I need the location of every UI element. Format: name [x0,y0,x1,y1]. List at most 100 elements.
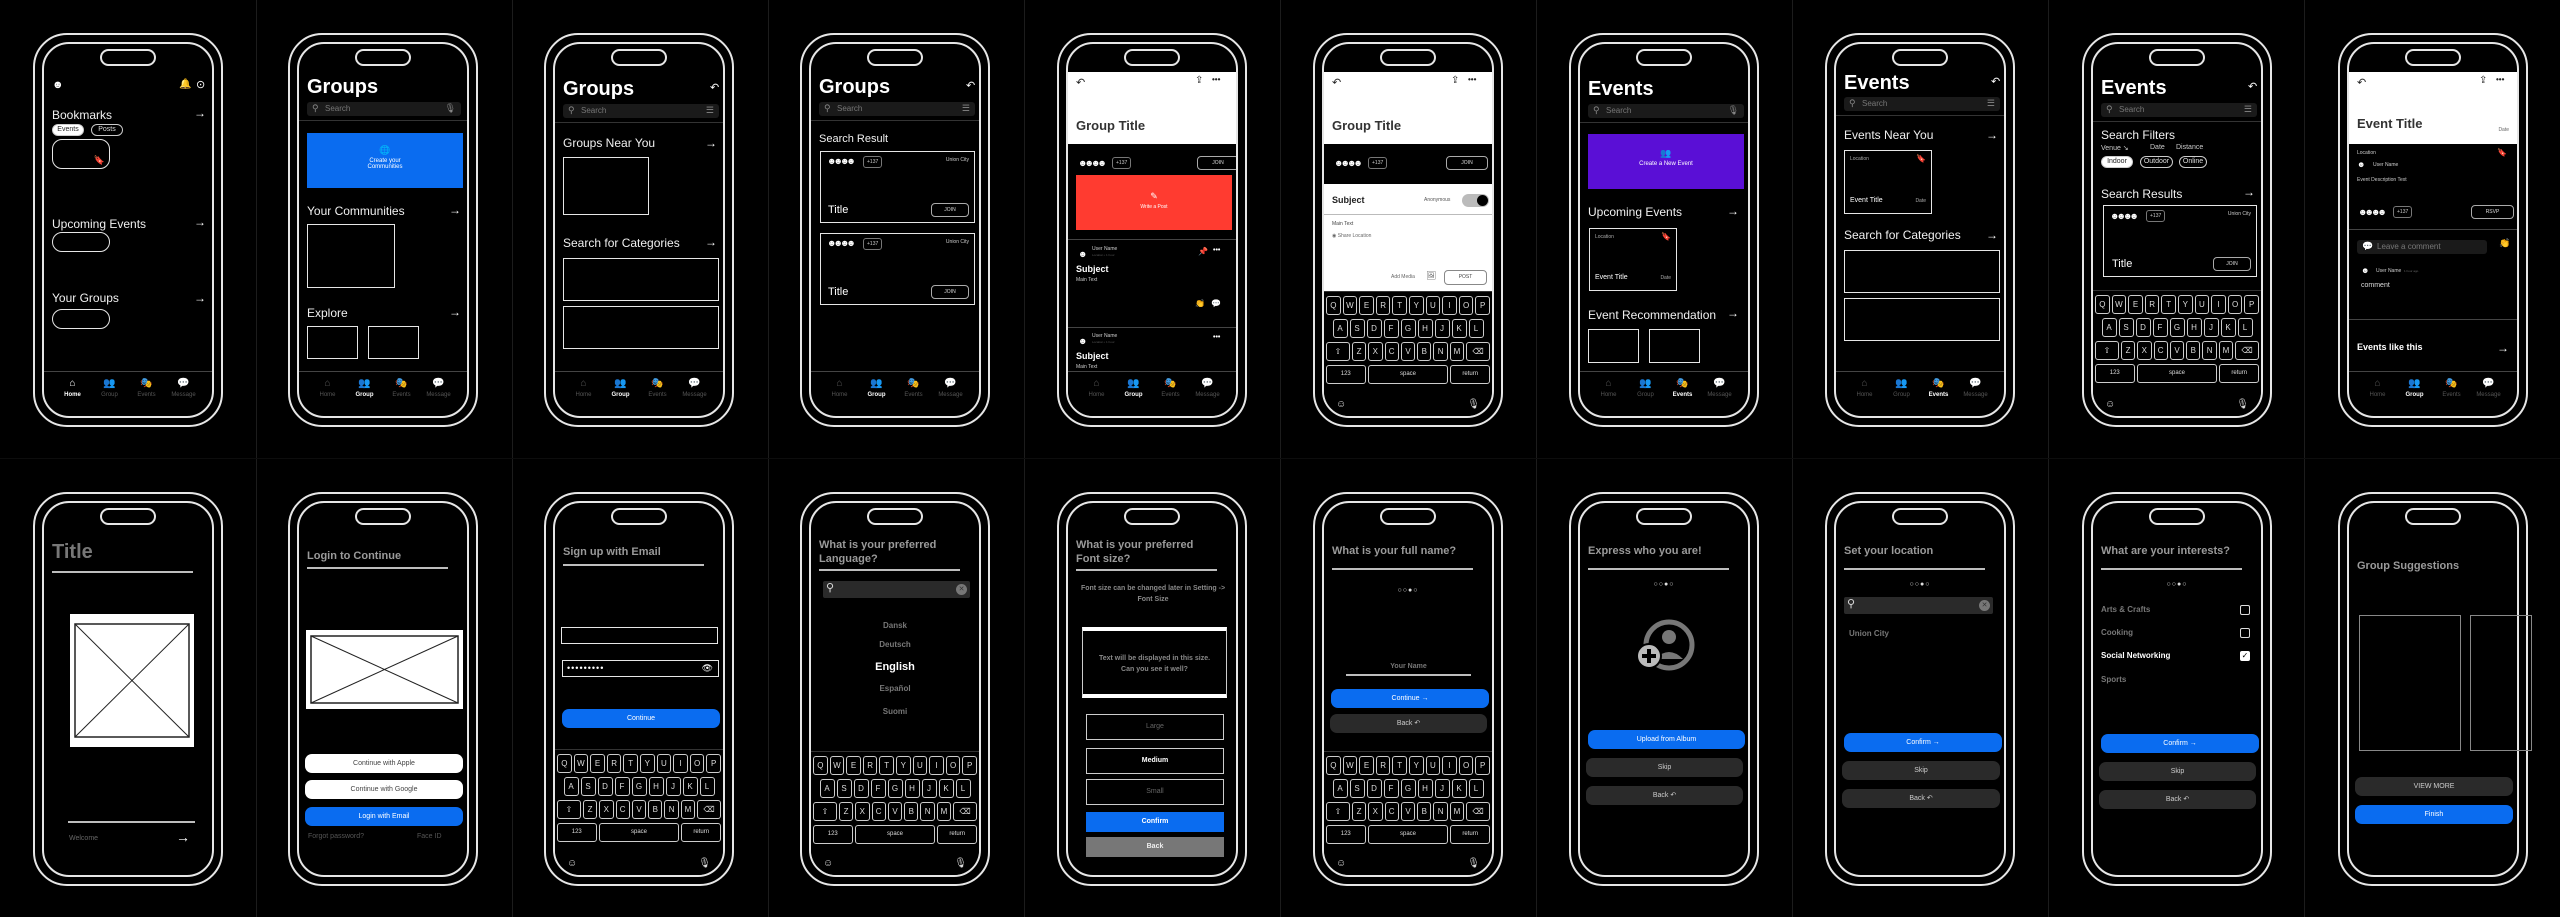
confirm-button[interactable]: Confirm → [1844,733,2002,752]
key-v[interactable]: V [2169,341,2185,360]
join-button[interactable]: JOIN [1197,156,1236,170]
key-i[interactable]: I [1442,296,1457,315]
tab-events[interactable]: 🎭 Events [128,372,165,416]
key-e[interactable]: E [846,756,861,775]
key-d[interactable]: D [2135,318,2151,337]
tab-message[interactable]: 💬 Message [932,372,969,416]
font-option-small[interactable]: Small [1086,779,1224,805]
location-result[interactable]: Union City [1849,629,1889,638]
key-f[interactable]: F [1383,779,1399,798]
join-button[interactable]: JOIN [1446,156,1488,170]
language-option[interactable]: Dansk [811,621,979,640]
view-more-button[interactable]: VIEW MORE [2355,777,2513,796]
key-e[interactable]: E [590,754,605,773]
tab-home[interactable]: ⌂ Home [2359,372,2396,416]
tab-events[interactable]: 🎭 Events [2433,372,2470,416]
key-x[interactable]: X [1368,342,1383,361]
shift-key[interactable]: ⇧ [557,800,581,819]
continue-apple-button[interactable]: Continue with Apple [305,754,463,773]
key-q[interactable]: Q [1326,296,1341,315]
arrow-right-icon[interactable]: → [1727,306,1739,320]
share-icon[interactable]: ⇪ [2479,75,2487,86]
key-r[interactable]: R [862,756,878,775]
checkbox[interactable] [2240,605,2250,615]
key-v[interactable]: V [631,800,647,819]
key-u[interactable]: U [912,756,928,775]
key-q[interactable]: Q [813,756,828,775]
key-j[interactable]: J [1434,319,1450,338]
tab-message[interactable]: 💬 Message [1957,372,1994,416]
explore-card[interactable] [368,326,419,359]
arrow-right-icon[interactable]: → [1727,204,1739,218]
key-m[interactable]: M [936,802,952,821]
delete-key[interactable]: ⌫ [697,800,721,819]
arrow-right-icon[interactable]: → [1986,228,1998,242]
key-j[interactable]: J [2203,318,2219,337]
clear-icon[interactable]: ✕ [1979,600,1990,611]
key-k[interactable]: K [938,779,954,798]
filter-icon[interactable]: ☰ [706,105,714,116]
tab-group[interactable]: 👥 Group [346,372,383,416]
key-q[interactable]: Q [557,754,572,773]
key-b[interactable]: B [904,802,919,821]
key-x[interactable]: X [599,800,614,819]
tab-group[interactable]: 👥 Group [1883,372,1920,416]
back-icon[interactable]: ↶ [966,79,975,92]
key-w[interactable]: W [1342,756,1358,775]
key-e[interactable]: E [1359,296,1374,315]
tab-group[interactable]: 👥 Group [1115,372,1152,416]
key-q[interactable]: Q [1326,756,1341,775]
arrow-right-icon[interactable]: → [194,291,206,305]
filter-icon[interactable]: ☰ [2244,104,2252,115]
event-card[interactable]: Location 🔖 Event Title Date [1844,150,1932,214]
key-z[interactable]: Z [1351,802,1367,821]
key-m[interactable]: M [1449,802,1465,821]
more-icon[interactable]: ••• [1213,334,1220,341]
key-h[interactable]: H [904,779,920,798]
post-card[interactable]: ☻ User Name Location • 1 hour ••• Subjec… [1068,331,1236,371]
continue-button[interactable]: Continue → [1331,689,1489,708]
key-u[interactable]: U [1425,756,1441,775]
font-option-medium[interactable]: Medium [1086,748,1224,774]
recommendation-card[interactable] [1588,329,1639,363]
back-icon[interactable]: ↶ [1991,75,2000,88]
password-field[interactable]: ••••••••• 👁 [562,660,719,677]
tab-home[interactable]: ⌂ Home [821,372,858,416]
key-a[interactable]: A [1332,319,1348,338]
key-p[interactable]: P [962,756,977,775]
key-t[interactable]: T [2161,295,2176,314]
key-g[interactable]: G [887,779,903,798]
checkbox-checked[interactable]: ✓ [2240,651,2250,661]
key-h[interactable]: H [1417,319,1433,338]
key-m[interactable]: M [2218,341,2234,360]
anonymous-toggle[interactable] [1462,194,1489,207]
key-y[interactable]: Y [2178,295,2193,314]
key-n[interactable]: N [920,802,935,821]
subject-input[interactable]: Subject [1332,195,1365,205]
rsvp-button[interactable]: RSVP [2471,205,2514,219]
write-post-button[interactable]: ✎ Write a Post [1076,175,1232,230]
search-input[interactable]: ⚲ Search ☰ [1844,97,2000,111]
profile-icon[interactable]: ☻ [52,79,64,91]
continue-google-button[interactable]: Continue with Google [305,780,463,799]
share-icon[interactable]: ⇪ [1195,75,1203,86]
share-icon[interactable]: ⇪ [1451,75,1459,86]
key-l[interactable]: L [699,777,715,796]
suggestion-card[interactable] [2470,615,2532,751]
bell-icon[interactable]: 🔔 [179,79,191,90]
more-icon[interactable]: ••• [1468,75,1476,84]
arrow-right-icon[interactable]: → [194,215,206,229]
key-i[interactable]: I [929,756,944,775]
category-card[interactable] [563,306,719,349]
delete-key[interactable]: ⌫ [953,802,977,821]
numbers-key[interactable]: 123 [1326,365,1366,384]
skip-button[interactable]: Skip [1586,758,1743,777]
arrow-right-icon[interactable]: → [2497,341,2509,355]
main-text-input[interactable]: Main Text [1332,221,1353,227]
image-icon[interactable]: 🖼 [1426,271,1436,280]
key-v[interactable]: V [887,802,903,821]
key-r[interactable]: R [606,754,622,773]
mic-icon[interactable]: 🎙 [2236,399,2249,410]
key-r[interactable]: R [2144,295,2160,314]
tab-group[interactable]: 👥 Group [1627,372,1664,416]
